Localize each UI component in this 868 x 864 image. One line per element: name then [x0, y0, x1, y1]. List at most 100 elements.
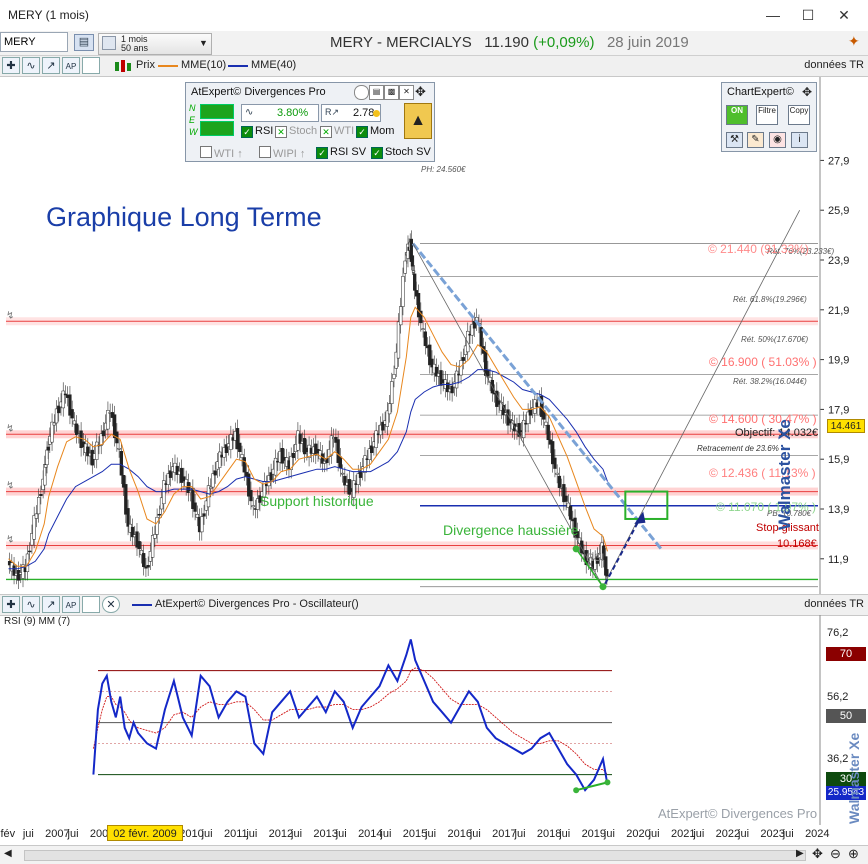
- close-panel-icon[interactable]: ✕: [399, 85, 414, 100]
- price-axis-tick: 17,9: [828, 404, 849, 416]
- divergence-point: [599, 583, 607, 591]
- candle-body: [396, 321, 401, 359]
- copy-button[interactable]: Copy: [788, 105, 810, 125]
- ap-tool-icon[interactable]: AP: [62, 57, 80, 74]
- opt-wti2[interactable]: WTI ↑: [200, 146, 243, 160]
- draw-tool-icon[interactable]: ∿: [22, 57, 40, 74]
- price-axis-tick: 15,9: [828, 454, 849, 466]
- oscillator-levels: [98, 615, 821, 825]
- watermark-main: Walmaster Xe: [775, 419, 794, 530]
- calendar-icon: [102, 36, 116, 50]
- maximize-button[interactable]: ☐: [797, 4, 819, 26]
- opt-mom[interactable]: ✓ Mom: [356, 125, 394, 138]
- candle-body: [34, 513, 39, 519]
- time-axis-tick: 2018: [536, 828, 562, 840]
- pan-icon[interactable]: ✥: [812, 846, 823, 862]
- time-axis-tick: jui: [738, 828, 750, 840]
- time-axis-tick: jui: [782, 828, 794, 840]
- opt-stoch[interactable]: ✕ Stoch: [275, 125, 317, 138]
- time-axis-tick: 2022: [715, 828, 741, 840]
- chartexpert-move-icon[interactable]: ✥: [802, 85, 812, 99]
- alert-icon: ↯: [6, 481, 14, 492]
- tools-icon[interactable]: ✦: [848, 33, 860, 50]
- book-icon[interactable]: ▤: [74, 34, 94, 51]
- chevron-down-icon: ▼: [199, 38, 208, 48]
- square-tool-icon[interactable]: [82, 57, 100, 74]
- candle-body: [119, 450, 123, 476]
- zoom-out-icon[interactable]: ⊖: [830, 846, 841, 862]
- opt-wipi[interactable]: WIPI ↑: [259, 146, 305, 160]
- scroll-track[interactable]: [24, 850, 806, 861]
- osc-close-icon[interactable]: ✕: [102, 596, 120, 613]
- time-axis-tick: 2024: [805, 828, 830, 840]
- crosshair-tool-icon[interactable]: ✚: [2, 57, 20, 74]
- level-21-label: © 21.440 (91.33%): [708, 242, 809, 256]
- scroll-left-icon[interactable]: ◀: [4, 848, 12, 859]
- osc-trend-icon[interactable]: ↗: [42, 596, 60, 613]
- ratio-icon: R↗: [325, 107, 340, 117]
- candle-body: [193, 502, 197, 512]
- refresh-icon[interactable]: [354, 85, 369, 100]
- horn-icon[interactable]: ▲: [404, 103, 432, 139]
- close-button[interactable]: ✕: [833, 4, 855, 26]
- level-16-label: © 16.900 ( 51.03% ): [709, 355, 817, 369]
- candle-body: [137, 541, 141, 550]
- candle-body: [126, 508, 130, 527]
- scroll-right-icon[interactable]: ▶: [796, 848, 804, 859]
- candle-body: [101, 430, 106, 437]
- pencil-icon[interactable]: ✎: [747, 132, 764, 148]
- osc-legend-swatch: [132, 604, 152, 606]
- header-date: 28 juin 2019: [606, 34, 689, 51]
- candle-body: [401, 276, 405, 307]
- candle-body: [211, 473, 215, 488]
- rsi-tag: RSI: [586, 552, 605, 564]
- print-icon[interactable]: ▩: [384, 85, 399, 100]
- candle-body: [390, 381, 394, 404]
- candle-body: [439, 370, 443, 386]
- candle-body: [155, 516, 159, 535]
- osc-axis-56: 56,2: [827, 691, 849, 703]
- osc-ap-icon[interactable]: AP: [62, 596, 80, 613]
- period-selector[interactable]: 1 mois 50 ans ▼: [98, 33, 212, 55]
- rsi-divergence-point: [604, 779, 611, 786]
- doc-icon[interactable]: ▤: [369, 85, 384, 100]
- osc-credit: AtExpert© Divergences Pro: [658, 806, 818, 821]
- window-titlebar: MERY (1 mois) — ☐ ✕: [0, 0, 868, 32]
- time-axis-tick: 2023: [760, 828, 785, 840]
- candle-body: [46, 446, 50, 451]
- opt-rsi-sv[interactable]: ✓ RSI SV: [316, 146, 366, 159]
- candle-body: [280, 447, 284, 464]
- bottom-scrollbar[interactable]: ◀ ▶ ✥ ⊖ ⊕: [0, 845, 868, 864]
- opt-stoch-sv[interactable]: ✓ Stoch SV: [371, 146, 431, 159]
- info-icon[interactable]: i: [791, 132, 808, 148]
- symbol-input[interactable]: [0, 32, 68, 52]
- candle-body: [150, 535, 155, 558]
- opt-rsi[interactable]: ✓ RSI: [241, 125, 273, 138]
- palette-icon[interactable]: ◉: [769, 132, 786, 148]
- header-title: MERY - MERCIALYS 11.190 (+0,09%) 28 juin…: [330, 34, 689, 51]
- osc-crosshair-icon[interactable]: ✚: [2, 596, 20, 613]
- candle-body: [387, 403, 392, 415]
- osc-square-icon[interactable]: [82, 596, 100, 613]
- alert-icon: ↯: [6, 534, 14, 545]
- move-icon[interactable]: ✥: [415, 84, 426, 100]
- signal-w-icon[interactable]: [200, 121, 234, 136]
- pct-value: 3.80%: [277, 107, 309, 119]
- on-button[interactable]: ON: [726, 105, 748, 125]
- zoom-in-icon[interactable]: ⊕: [848, 846, 859, 862]
- period-sub: 50 ans: [121, 43, 149, 53]
- signal-n-icon[interactable]: [200, 104, 234, 119]
- trend-tool-icon[interactable]: ↗: [42, 57, 60, 74]
- chartexpert-panel: ChartExpert© ✥ ON Filtre Copy ⚒ ✎ ◉ i: [721, 82, 817, 152]
- wrench-icon[interactable]: ⚒: [726, 132, 743, 148]
- oscillator-chart[interactable]: [0, 615, 868, 825]
- opt-wti[interactable]: ✕ WTI: [320, 125, 354, 138]
- time-axis-tick: jui: [291, 828, 303, 840]
- candle-body: [117, 447, 121, 450]
- filtre-button[interactable]: Filtre: [756, 105, 778, 125]
- osc-draw-icon[interactable]: ∿: [22, 596, 40, 613]
- minimize-button[interactable]: —: [762, 4, 784, 26]
- candle-body: [95, 441, 99, 460]
- candle-body: [249, 490, 253, 502]
- time-axis-tick: 2021: [670, 828, 696, 840]
